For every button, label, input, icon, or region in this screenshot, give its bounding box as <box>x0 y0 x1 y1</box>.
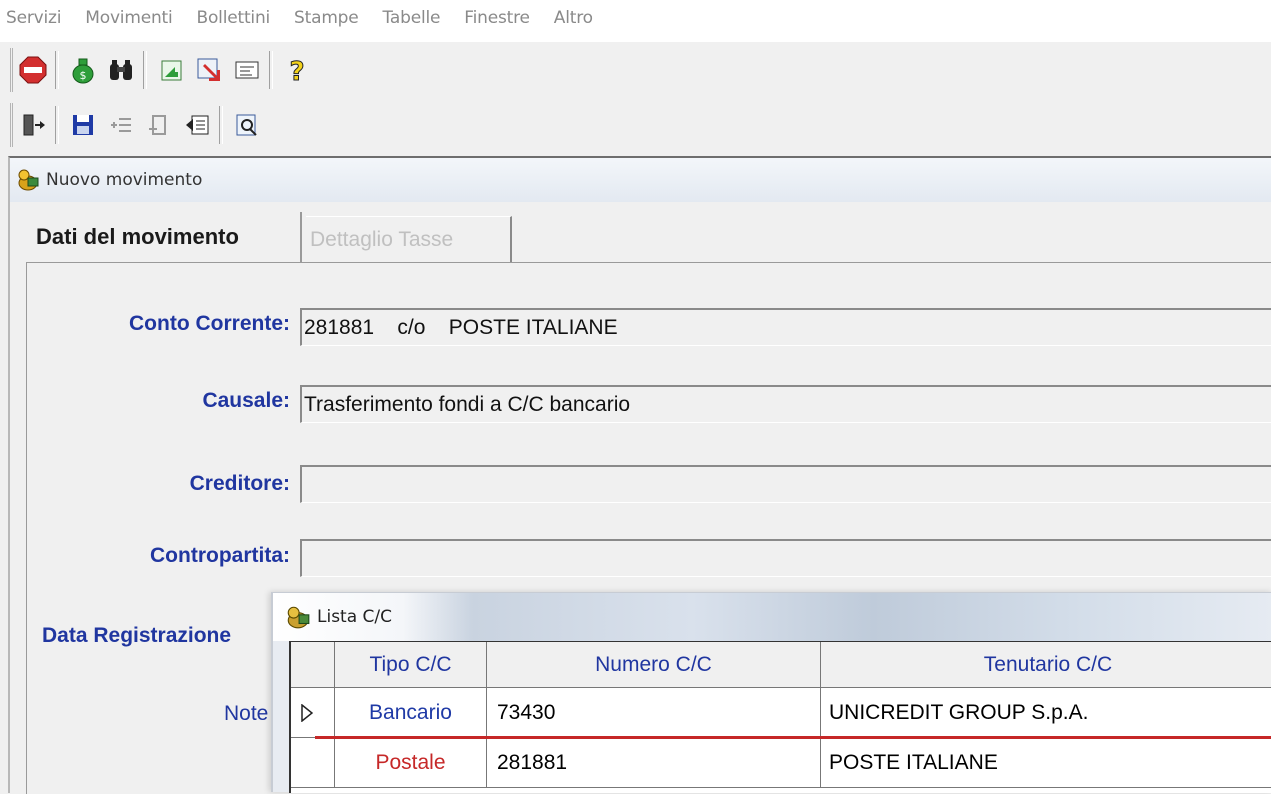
window-titlebar: Nuovo movimento <box>10 158 1271 202</box>
menu-finestre[interactable]: Finestre <box>450 8 540 28</box>
table-header: Tipo C/C Numero C/C Tenutario C/C <box>291 642 1271 688</box>
tab-dettaglio-tasse[interactable]: Dettaglio Tasse <box>306 216 512 262</box>
save-icon <box>73 115 93 135</box>
popup-titlebar: Lista C/C <box>273 593 1271 641</box>
green-arrow-icon <box>161 60 182 81</box>
main-toolbar: $ ? <box>10 48 406 92</box>
toolbar-separator <box>143 51 147 89</box>
green-arrow-button[interactable] <box>153 52 189 88</box>
tab-bar: Dati del movimento Dettaglio Tasse <box>10 204 1271 264</box>
creditore-field[interactable] <box>300 465 1271 503</box>
header-tenutario[interactable]: Tenutario C/C <box>821 642 1271 688</box>
header-indicator <box>291 642 335 688</box>
creditore-label: Creditore: <box>189 472 290 495</box>
lista-cc-popup: Lista C/C Tipo C/C Numero C/C Tenutario … <box>271 592 1271 793</box>
binoculars-button[interactable] <box>103 52 139 88</box>
header-tipo[interactable]: Tipo C/C <box>335 642 487 688</box>
help-icon: ? <box>289 57 305 85</box>
money-bag-button[interactable]: $ <box>65 52 101 88</box>
conto-corrente-field[interactable]: 281881 c/o POSTE ITALIANE <box>300 308 1271 346</box>
row-selector <box>291 738 335 788</box>
menu-tabelle[interactable]: Tabelle <box>369 8 451 28</box>
window-title: Nuovo movimento <box>46 170 203 190</box>
row-tenutario: POSTE ITALIANE <box>821 738 1271 788</box>
row-pointer-icon <box>301 703 313 722</box>
help-button[interactable]: ? <box>279 52 315 88</box>
toolbar-separator <box>55 106 59 144</box>
popup-title: Lista C/C <box>317 607 393 627</box>
contropartita-field[interactable] <box>300 539 1271 577</box>
row-numero: 281881 <box>487 738 821 788</box>
data-registrazione-label: Data Registrazione <box>42 624 232 647</box>
red-arrow-icon <box>197 58 220 81</box>
toolbar-separator <box>55 51 59 89</box>
menu-altro[interactable]: Altro <box>540 8 603 28</box>
row-tipo: Bancario <box>335 688 487 738</box>
note-label: Note <box>224 702 269 725</box>
contropartita-label: Contropartita: <box>150 544 290 567</box>
undo-icon <box>186 115 209 135</box>
window-money-icon <box>18 169 39 191</box>
insert-row-button[interactable] <box>103 107 139 143</box>
search-doc-icon <box>236 114 257 136</box>
undo-button[interactable] <box>179 107 215 143</box>
row-numero: 73430 <box>487 688 821 738</box>
toolbar-separator <box>269 51 273 89</box>
menu-bar: Servizi Movimenti Bollettini Stampe Tabe… <box>0 0 1271 42</box>
exit-door-icon <box>23 114 45 136</box>
row-selector <box>291 688 335 738</box>
header-numero[interactable]: Numero C/C <box>487 642 821 688</box>
causale-label: Causale: <box>202 389 290 412</box>
exit-button[interactable] <box>15 107 51 143</box>
form-icon <box>235 61 259 79</box>
stop-icon <box>19 56 47 84</box>
row-tipo: Postale <box>335 738 487 788</box>
menu-stampe[interactable]: Stampe <box>280 8 368 28</box>
cc-table: Tipo C/C Numero C/C Tenutario C/C Bancar… <box>289 641 1271 793</box>
conto-corrente-label: Conto Corrente: <box>129 312 290 335</box>
search-doc-button[interactable] <box>229 107 265 143</box>
selection-underline <box>315 736 1271 739</box>
stop-button[interactable] <box>15 52 51 88</box>
insert-row-icon <box>111 118 131 132</box>
money-bag-icon: $ <box>72 58 94 84</box>
menu-movimenti[interactable]: Movimenti <box>71 8 182 28</box>
menu-servizi[interactable]: Servizi <box>0 8 71 28</box>
row-tenutario: UNICREDIT GROUP S.p.A. <box>821 688 1271 738</box>
form-button[interactable] <box>229 52 265 88</box>
popup-money-icon <box>287 606 310 629</box>
table-row[interactable]: Bancario 73430 UNICREDIT GROUP S.p.A. <box>291 688 1271 738</box>
delete-row-icon <box>149 115 166 135</box>
table-row[interactable]: Postale 281881 POSTE ITALIANE <box>291 738 1271 788</box>
svg-text:$: $ <box>80 69 87 82</box>
menu-bollettini[interactable]: Bollettini <box>183 8 281 28</box>
save-button[interactable] <box>65 107 101 143</box>
tab-dati-movimento[interactable]: Dati del movimento <box>30 212 302 262</box>
causale-field[interactable]: Trasferimento fondi a C/C bancario <box>300 385 1271 423</box>
binoculars-icon <box>110 60 132 80</box>
delete-row-button[interactable] <box>141 107 177 143</box>
red-arrow-button[interactable] <box>191 52 227 88</box>
toolbar-separator <box>219 106 223 144</box>
svg-text:?: ? <box>289 57 304 84</box>
record-toolbar <box>10 103 334 147</box>
